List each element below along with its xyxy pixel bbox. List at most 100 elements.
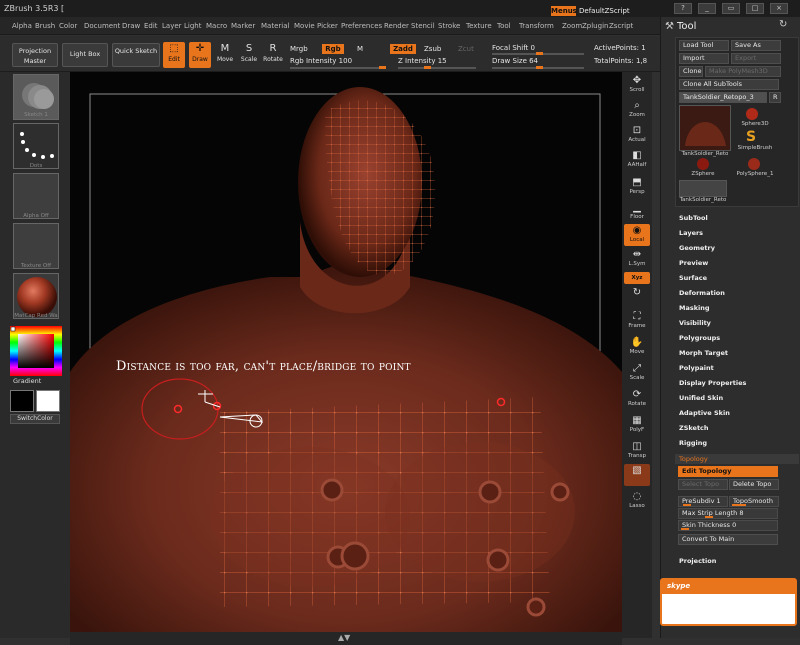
close-icon[interactable]: × bbox=[770, 3, 788, 14]
menu-item-draw[interactable]: Draw bbox=[122, 17, 140, 35]
menu-item-stencil[interactable]: Stencil bbox=[411, 17, 435, 35]
persp-button[interactable]: ⬒ Persp bbox=[624, 176, 650, 198]
move-view-button[interactable]: ✋ Move bbox=[624, 336, 650, 358]
xyz-button[interactable]: Xyz bbox=[624, 272, 650, 284]
rgb-button[interactable]: Rgb bbox=[322, 44, 344, 54]
z-intensity-knob[interactable] bbox=[424, 66, 431, 69]
draw-mode-button[interactable]: ✛ Draw bbox=[189, 42, 211, 68]
restore-icon[interactable]: ▭ bbox=[722, 3, 740, 14]
document-canvas[interactable]: Distance is too far, can't place/bridge … bbox=[70, 72, 622, 638]
load-tool-button[interactable]: Load Tool bbox=[679, 40, 729, 51]
delete-topo-button[interactable]: Delete Topo bbox=[729, 479, 779, 490]
import-button[interactable]: Import bbox=[679, 53, 729, 64]
skin-thickness-slider[interactable]: Skin Thickness 0 bbox=[678, 520, 778, 531]
switch-color-button[interactable]: SwitchColor bbox=[10, 414, 60, 424]
menu-item-render[interactable]: Render bbox=[384, 17, 409, 35]
skype-popup[interactable]: skype bbox=[660, 578, 797, 626]
focal-shift-slider[interactable]: Focal Shift 0 bbox=[492, 44, 535, 52]
z-intensity-slider[interactable]: Z Intensity 15 bbox=[398, 57, 447, 65]
zcut-button[interactable]: Zcut bbox=[458, 45, 474, 53]
light-box-button[interactable]: Light Box bbox=[62, 43, 108, 67]
zoom-button[interactable]: ⌕ Zoom bbox=[624, 99, 650, 121]
move-mode-button[interactable]: M Move bbox=[214, 42, 236, 68]
lasso-button[interactable]: ◌ Lasso bbox=[624, 490, 650, 512]
scroll-button[interactable]: ✥ Scroll bbox=[624, 74, 650, 96]
aahalf-button[interactable]: ◧ AAHalf bbox=[624, 149, 650, 171]
tray-toggle-icon[interactable]: ▲▼ bbox=[338, 633, 350, 642]
menu-item-layer[interactable]: Layer bbox=[162, 17, 182, 35]
menu-item-tool[interactable]: Tool bbox=[497, 17, 511, 35]
tool-caption-zsphere[interactable]: ZSphere bbox=[681, 171, 725, 177]
rotate-y-button[interactable]: ↻ bbox=[624, 286, 650, 300]
polygroups-section[interactable]: Polygroups bbox=[679, 334, 720, 342]
m-button[interactable]: M bbox=[357, 45, 363, 53]
menu-item-brush[interactable]: Brush bbox=[35, 17, 55, 35]
display-properties-section[interactable]: Display Properties bbox=[679, 379, 746, 387]
topology-section[interactable]: Topology bbox=[675, 454, 799, 464]
minimize-icon[interactable]: _ bbox=[698, 3, 716, 14]
actual-button[interactable]: ⊡ Actual bbox=[624, 124, 650, 146]
tool-caption-polysphere[interactable]: PolySphere_1 bbox=[731, 171, 779, 177]
export-button[interactable]: Export bbox=[731, 53, 781, 64]
rotate-view-button[interactable]: ⟳ Rotate bbox=[624, 388, 650, 410]
geometry-section[interactable]: Geometry bbox=[679, 244, 715, 252]
zadd-button[interactable]: Zadd bbox=[390, 44, 416, 54]
tool-thumb-tanksoldier[interactable] bbox=[679, 105, 731, 151]
preview-section[interactable]: Preview bbox=[679, 259, 708, 267]
menu-item-document[interactable]: Document bbox=[84, 17, 120, 35]
morph-target-section[interactable]: Morph Target bbox=[679, 349, 728, 357]
local-button[interactable]: ◉ Local bbox=[624, 224, 650, 246]
menu-item-stroke[interactable]: Stroke bbox=[438, 17, 460, 35]
layers-section[interactable]: Layers bbox=[679, 229, 703, 237]
lsym-button[interactable]: ⇹ L.Sym bbox=[624, 248, 650, 270]
gradient-label[interactable]: Gradient bbox=[13, 377, 41, 385]
palette-reload-icon[interactable]: ↻ bbox=[779, 19, 787, 30]
transp-button[interactable]: ◫ Transp bbox=[624, 440, 650, 462]
quick-sketch-button[interactable]: Quick Sketch bbox=[112, 43, 160, 67]
menu-item-picker[interactable]: Picker bbox=[317, 17, 338, 35]
topo-smooth-button[interactable]: TopoSmooth bbox=[729, 496, 779, 507]
masking-section[interactable]: Masking bbox=[679, 304, 710, 312]
main-color-swatch[interactable] bbox=[10, 390, 34, 412]
scale-mode-button[interactable]: S Scale bbox=[238, 42, 260, 68]
tool-caption-simplebrush[interactable]: SimpleBrush bbox=[735, 145, 775, 151]
convert-to-main-button[interactable]: Convert To Main bbox=[678, 534, 778, 545]
max-strip-length-slider[interactable]: Max Strip Length 8 bbox=[678, 508, 778, 519]
mrgb-button[interactable]: Mrgb bbox=[290, 45, 308, 53]
rigging-section[interactable]: Rigging bbox=[679, 439, 707, 447]
deformation-section[interactable]: Deformation bbox=[679, 289, 725, 297]
clone-all-subtools-button[interactable]: Clone All SubTools bbox=[679, 79, 779, 90]
focal-shift-knob[interactable] bbox=[536, 52, 543, 55]
menu-item-edit[interactable]: Edit bbox=[144, 17, 158, 35]
ghost-button[interactable]: ▧ bbox=[624, 464, 650, 486]
menu-item-movie[interactable]: Movie bbox=[294, 17, 315, 35]
rgb-intensity-knob[interactable] bbox=[379, 66, 386, 69]
rgb-intensity-slider[interactable]: Rgb Intensity 100 bbox=[290, 57, 352, 65]
help-icon[interactable]: ? bbox=[674, 3, 692, 14]
menu-item-marker[interactable]: Marker bbox=[231, 17, 255, 35]
menu-item-material[interactable]: Material bbox=[261, 17, 289, 35]
current-tool-slider[interactable]: TankSoldier_Retopo_3 bbox=[679, 92, 767, 103]
menu-item-alpha[interactable]: Alpha bbox=[12, 17, 32, 35]
projection-master-button[interactable]: Projection Master bbox=[12, 43, 58, 67]
frame-button[interactable]: ⛶ Frame bbox=[624, 310, 650, 332]
menu-item-preferences[interactable]: Preferences bbox=[341, 17, 382, 35]
color-picker[interactable] bbox=[10, 326, 62, 376]
scale-view-button[interactable]: ⤢ Scale bbox=[624, 362, 650, 384]
projection-section[interactable]: Projection bbox=[679, 557, 716, 565]
adaptive-skin-section[interactable]: Adaptive Skin bbox=[679, 409, 730, 417]
make-polymesh-button[interactable]: Make PolyMesh3D bbox=[705, 66, 781, 77]
subtool-section[interactable]: SubTool bbox=[679, 214, 708, 222]
presubdiv-slider[interactable]: PreSubdiv 1 bbox=[678, 496, 728, 507]
polypaint-section[interactable]: Polypaint bbox=[679, 364, 714, 372]
polyf-button[interactable]: ▦ PolyF bbox=[624, 414, 650, 436]
reset-tool-button[interactable]: R bbox=[769, 92, 781, 103]
edit-mode-button[interactable]: ⬚ Edit bbox=[163, 42, 185, 68]
surface-section[interactable]: Surface bbox=[679, 274, 707, 282]
secondary-color-swatch[interactable] bbox=[36, 390, 60, 412]
menus-button[interactable]: Menus bbox=[551, 6, 577, 16]
unified-skin-section[interactable]: Unified Skin bbox=[679, 394, 723, 402]
visibility-section[interactable]: Visibility bbox=[679, 319, 711, 327]
tool-thumb-tanksoldier-small[interactable] bbox=[679, 180, 727, 197]
menu-item-light[interactable]: Light bbox=[184, 17, 201, 35]
